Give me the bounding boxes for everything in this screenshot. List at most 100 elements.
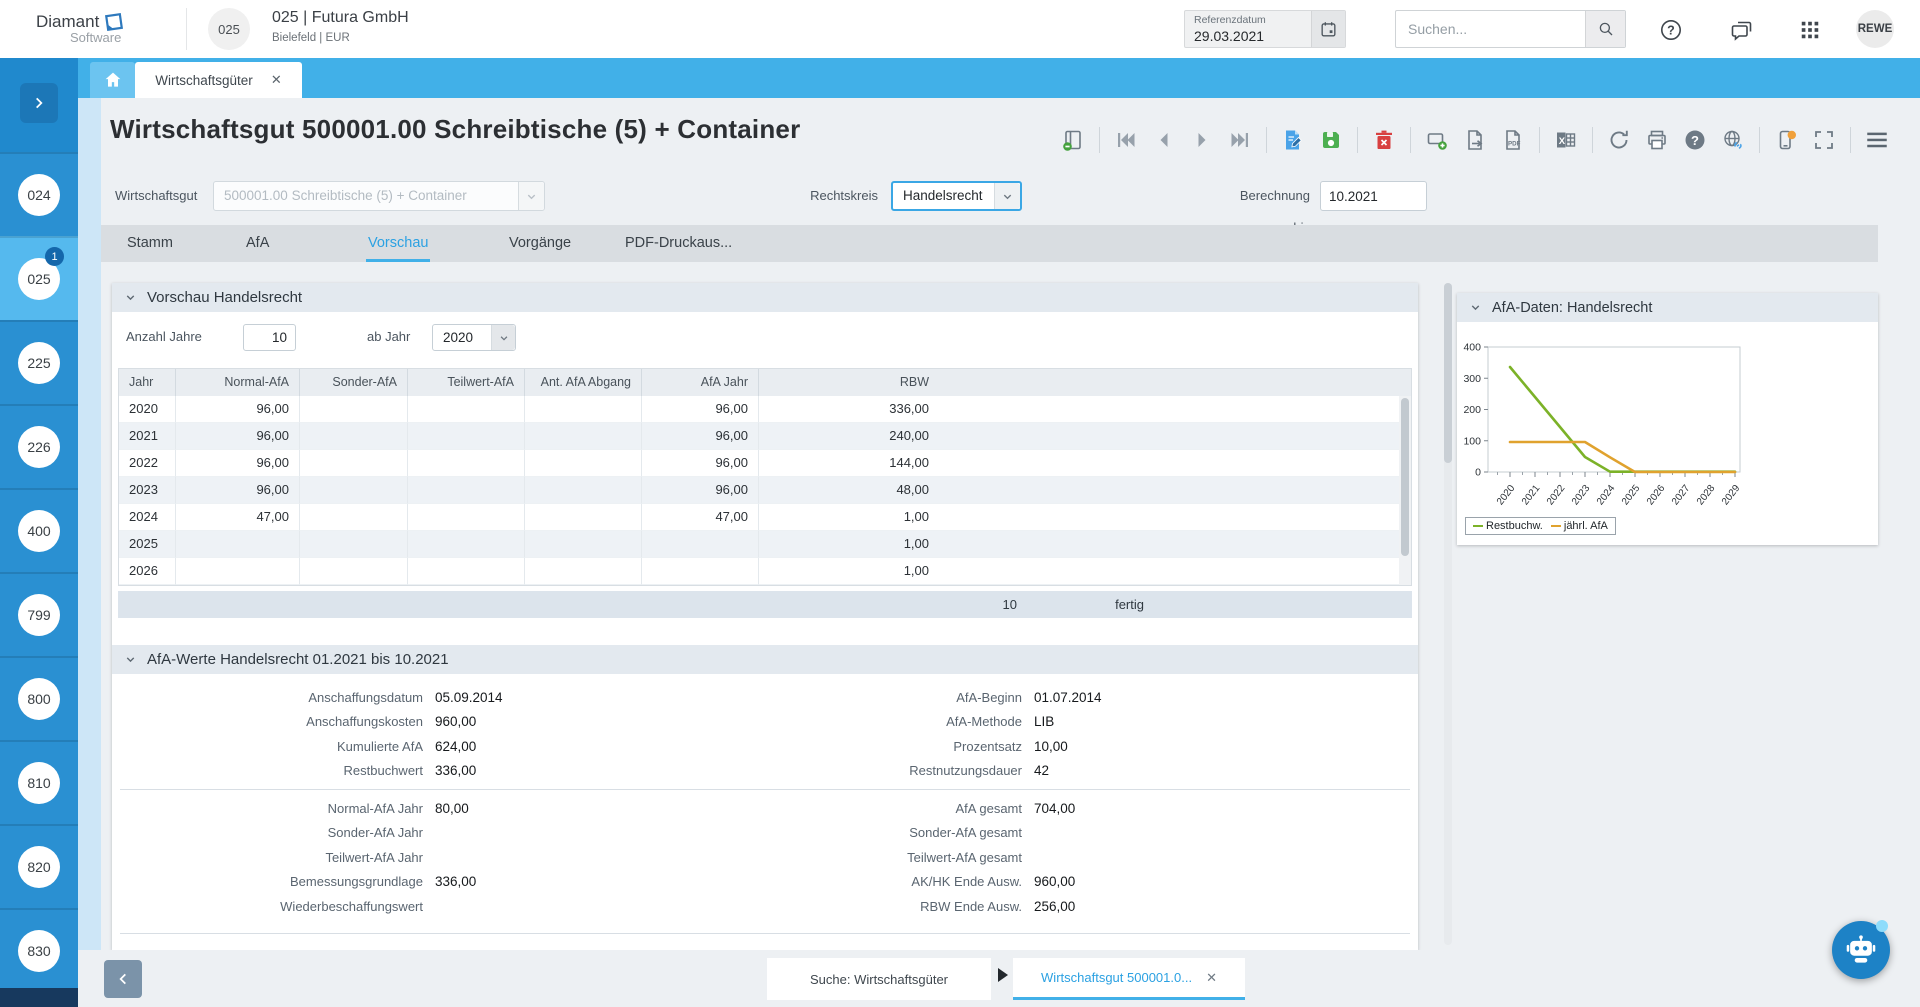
fullscreen-icon[interactable]	[1809, 126, 1839, 154]
table-row[interactable]: 2021 96,00 96,00 240,00	[119, 423, 1411, 450]
svg-text:400: 400	[1463, 342, 1481, 354]
web-link-icon[interactable]	[1718, 126, 1748, 154]
sidebar-item-024[interactable]: 024	[0, 152, 78, 236]
sidebar-item-830[interactable]: 830	[0, 908, 78, 992]
sidebar-item-226[interactable]: 226	[0, 404, 78, 488]
print-icon[interactable]	[1642, 126, 1672, 154]
sidebar-item-820[interactable]: 820	[0, 824, 78, 908]
help-filled-icon[interactable]: ?	[1680, 126, 1710, 154]
column-header-rbw[interactable]: RBW	[759, 369, 1411, 396]
delete-icon[interactable]	[1369, 126, 1399, 154]
cell-rbw: 48,00	[759, 477, 1411, 504]
first-record-icon[interactable]	[1111, 126, 1141, 154]
toolbar-separator	[1357, 127, 1358, 153]
notification-dot	[1876, 920, 1888, 932]
search-input[interactable]	[1408, 11, 1578, 47]
phone-notification-icon[interactable]	[1771, 126, 1801, 154]
chevron-down-icon[interactable]	[1469, 301, 1482, 314]
menu-icon[interactable]	[1862, 126, 1892, 154]
cell-jahr: 2026	[119, 558, 176, 585]
sidebar-item-225[interactable]: 225	[0, 320, 78, 404]
column-header-sonder-afa[interactable]: Sonder-AfA	[300, 369, 408, 396]
sidebar-expand-button[interactable]	[20, 83, 58, 123]
table-row[interactable]: 2025 1,00	[119, 531, 1411, 558]
ab-jahr-label: ab Jahr	[367, 329, 411, 344]
legend-item: Restbuchw.	[1473, 520, 1543, 532]
sidebar-item-799[interactable]: 799	[0, 572, 78, 656]
chat-icon[interactable]	[1729, 17, 1755, 43]
column-header-jahr[interactable]: Jahr	[119, 369, 176, 396]
detail-view-icon[interactable]	[1058, 126, 1088, 154]
field-value: 960,00	[435, 714, 477, 730]
table-row[interactable]: 2024 47,00 47,00 1,00	[119, 504, 1411, 531]
table-scrollbar[interactable]	[1399, 396, 1411, 585]
tab-afa[interactable]: AfA	[246, 225, 269, 262]
svg-text:PDF: PDF	[1508, 141, 1521, 148]
main-scrollbar[interactable]	[1444, 283, 1452, 945]
assistant-button[interactable]	[1832, 920, 1890, 979]
play-icon[interactable]	[998, 968, 1008, 982]
last-record-icon[interactable]	[1225, 126, 1255, 154]
tab-pdf-druckausgabe[interactable]: PDF-Druckaus...	[625, 225, 732, 262]
sidebar-item-810[interactable]: 810	[0, 740, 78, 824]
close-icon[interactable]: ✕	[271, 72, 282, 88]
ab-jahr-select[interactable]: 2020	[432, 324, 516, 351]
add-window-icon[interactable]	[1422, 126, 1452, 154]
sidebar-item-025[interactable]: 025 1	[0, 236, 78, 320]
help-icon[interactable]: ?	[1658, 17, 1684, 43]
column-header-ant-afa-abgang[interactable]: Ant. AfA Abgang	[525, 369, 642, 396]
tab-vorschau[interactable]: Vorschau	[365, 225, 431, 262]
next-record-icon[interactable]	[1187, 126, 1217, 154]
cell-normal-afa: 96,00	[176, 477, 300, 504]
home-icon	[105, 72, 120, 87]
user-avatar[interactable]: REWE	[1856, 10, 1894, 48]
column-header-normal-afa[interactable]: Normal-AfA	[176, 369, 300, 396]
scrollbar-thumb[interactable]	[1401, 398, 1409, 556]
search-icon[interactable]	[1585, 11, 1625, 47]
apps-grid-icon[interactable]	[1797, 17, 1823, 43]
berechnung-bis-input[interactable]	[1320, 181, 1427, 211]
column-header-teilwert-afa[interactable]: Teilwert-AfA	[408, 369, 525, 396]
rechtskreis-select[interactable]: Handelsrecht	[891, 181, 1022, 211]
back-button[interactable]	[104, 960, 142, 998]
table-row[interactable]: 2023 96,00 96,00 48,00	[119, 477, 1411, 504]
client-number: 226	[18, 426, 60, 468]
cell-sonder-afa	[300, 558, 408, 585]
save-icon[interactable]	[1316, 126, 1346, 154]
table-row[interactable]: 2026 1,00	[119, 558, 1411, 585]
anzahl-jahre-input[interactable]	[243, 324, 296, 351]
workspace-tab-wirtschaftsgueter[interactable]: Wirtschaftsgüter ✕	[135, 62, 302, 98]
chevron-down-icon[interactable]	[124, 291, 137, 304]
row-count: 10	[1002, 597, 1017, 612]
workspace-tab-label: Wirtschaftsgüter	[155, 72, 253, 88]
tab-stamm[interactable]: Stamm	[127, 225, 173, 262]
table-row[interactable]: 2022 96,00 96,00 144,00	[119, 450, 1411, 477]
pdf-document-icon[interactable]: PDF	[1498, 126, 1528, 154]
home-tab[interactable]	[90, 62, 135, 98]
toolbar-separator	[1099, 127, 1100, 153]
edit-document-icon[interactable]	[1278, 126, 1308, 154]
wirtschaftsgut-select[interactable]: 500001.00 Schreibtische (5) + Container	[213, 181, 545, 211]
cell-teilwert-afa	[408, 450, 525, 477]
column-header-afa-jahr[interactable]: AfA Jahr	[642, 369, 759, 396]
calendar-icon[interactable]	[1311, 11, 1345, 47]
bottom-tab-wirtschaftsgut[interactable]: Wirtschaftsgut 500001.0... ✕	[1013, 958, 1245, 1000]
reference-date-field[interactable]: Referenzdatum	[1184, 10, 1346, 48]
robot-icon	[1846, 935, 1876, 963]
cell-afa-jahr: 96,00	[642, 477, 759, 504]
export-document-icon[interactable]	[1460, 126, 1490, 154]
bottom-tab-suche[interactable]: Suche: Wirtschaftsgüter	[767, 958, 991, 1000]
table-row[interactable]: 2020 96,00 96,00 336,00	[119, 396, 1411, 423]
cell-ant-afa-abgang	[525, 423, 642, 450]
tab-vorgaenge[interactable]: Vorgänge	[509, 225, 571, 262]
excel-export-icon[interactable]: X	[1551, 126, 1581, 154]
svg-text:2022: 2022	[1545, 483, 1568, 508]
sidebar-item-800[interactable]: 800	[0, 656, 78, 740]
close-icon[interactable]: ✕	[1206, 970, 1217, 986]
scrollbar-thumb[interactable]	[1444, 283, 1452, 463]
refresh-icon[interactable]	[1604, 126, 1634, 154]
reference-date-input[interactable]	[1194, 28, 1304, 44]
previous-record-icon[interactable]	[1149, 126, 1179, 154]
chevron-down-icon[interactable]	[124, 653, 137, 666]
sidebar-item-400[interactable]: 400	[0, 488, 78, 572]
